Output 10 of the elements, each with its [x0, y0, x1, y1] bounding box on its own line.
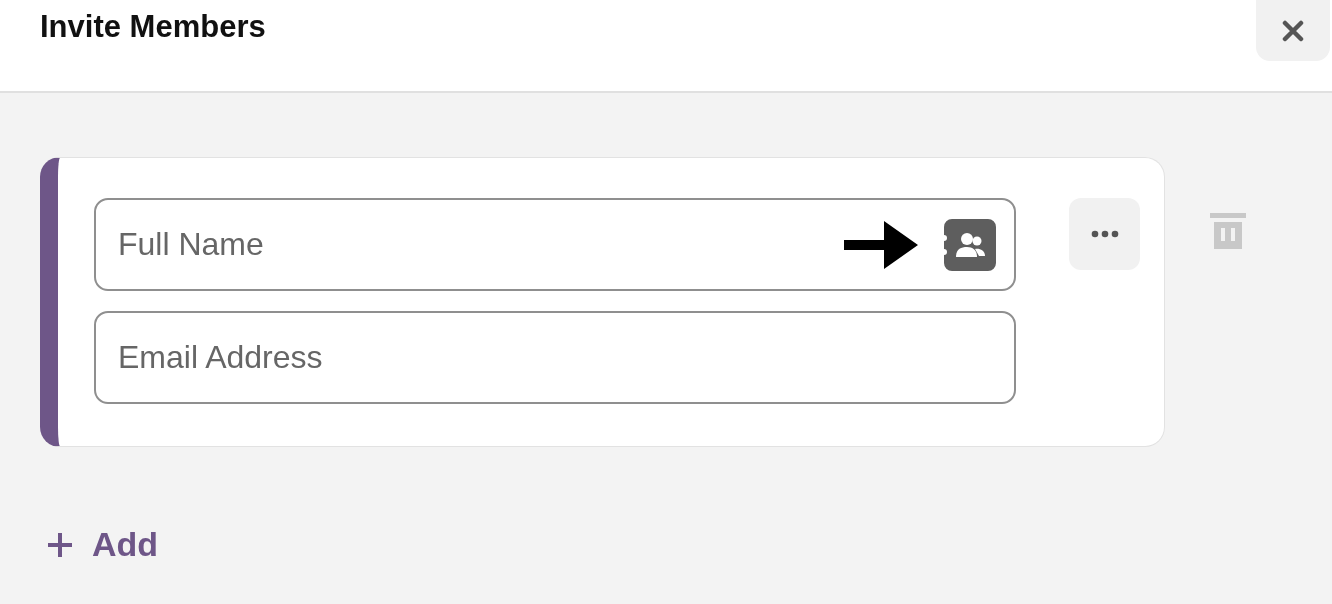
arrow-icon	[844, 220, 918, 269]
add-button[interactable]: Add	[46, 525, 159, 564]
close-icon	[1282, 19, 1304, 42]
more-icon	[1090, 230, 1119, 238]
plus-icon	[46, 530, 74, 559]
contacts-icon[interactable]	[944, 218, 996, 271]
dialog-title: Invite Members	[40, 9, 266, 45]
close-button[interactable]	[1256, 0, 1330, 61]
email-field[interactable]: Email Address	[94, 311, 1016, 404]
name-field[interactable]: Full Name	[94, 198, 1016, 291]
